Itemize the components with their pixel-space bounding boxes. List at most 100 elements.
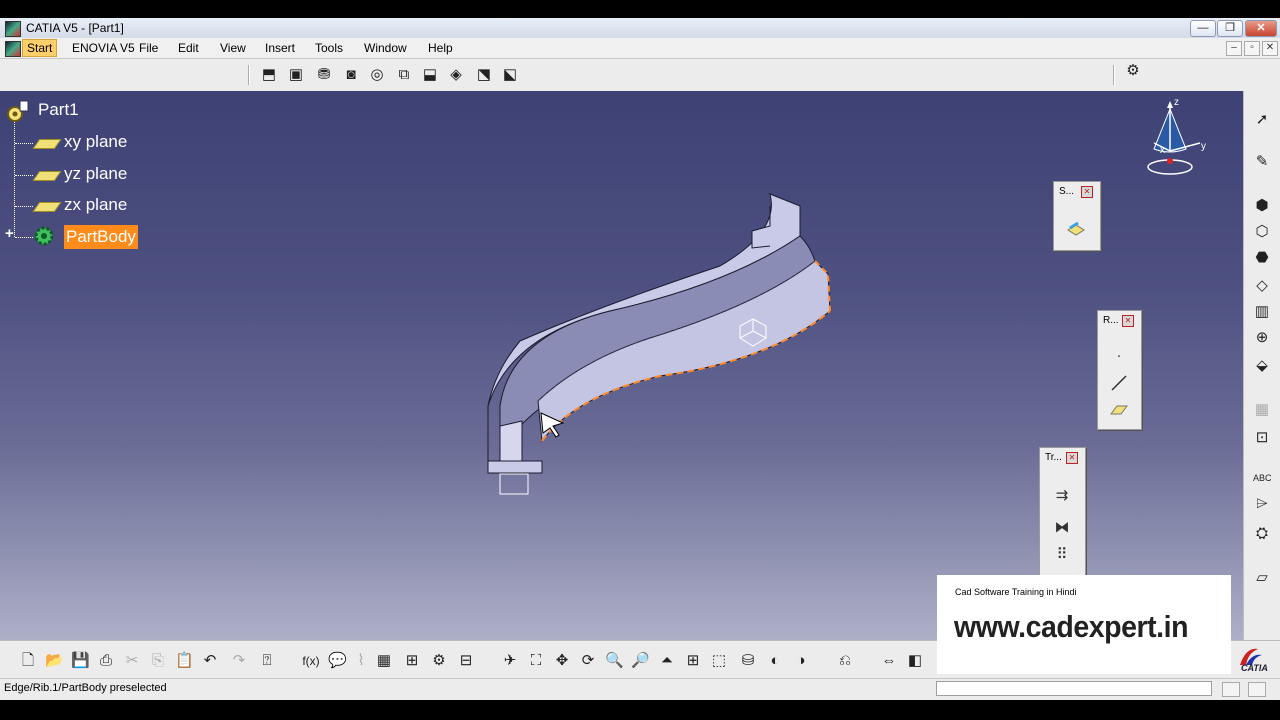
sketch-icon[interactable] [1066, 220, 1086, 242]
tree-item-zx-plane[interactable]: zx plane [64, 195, 127, 215]
new-file-icon[interactable]: 🗋 [19, 652, 37, 670]
menu-window[interactable]: Window [364, 41, 407, 55]
window-minimize-button[interactable]: — [1190, 20, 1216, 37]
menu-view[interactable]: View [220, 41, 246, 55]
window-restore-button[interactable]: ❐ [1217, 20, 1243, 37]
part-gear-icon[interactable] [4, 99, 30, 125]
doc-close-button[interactable]: ✕ [1262, 41, 1278, 56]
paste-icon[interactable]: 📋 [175, 652, 194, 670]
analysis-icon[interactable]: ⊟ [457, 652, 475, 670]
toolbar-grip-2[interactable] [1113, 65, 1117, 85]
rib-part-model[interactable] [470, 186, 850, 496]
status-button-2[interactable] [1248, 682, 1266, 697]
zoom-out-icon[interactable]: 🔎 [631, 652, 650, 670]
apply-material-icon[interactable]: ⛭ [1253, 525, 1271, 543]
swap-visible-icon[interactable]: ◑ [792, 652, 810, 670]
catalog-icon[interactable]: ⊞ [403, 652, 421, 670]
window-close-button[interactable]: ✕ [1245, 20, 1277, 37]
measure-icon[interactable]: ⊡ [1253, 429, 1271, 447]
fillet-icon[interactable]: ⬡ [1253, 223, 1271, 241]
hole-icon[interactable]: ◎ [368, 66, 386, 84]
yz-plane-icon[interactable] [32, 171, 62, 181]
fit-all-icon[interactable]: ⛶ [527, 652, 545, 670]
table-icon[interactable]: ▦ [375, 652, 393, 670]
doc-minimize-button[interactable]: – [1226, 41, 1242, 56]
tree-root-part1[interactable]: Part1 [38, 100, 79, 120]
menu-insert[interactable]: Insert [265, 41, 295, 55]
tree-item-xy-plane[interactable]: xy plane [64, 132, 127, 152]
open-file-icon[interactable]: 📂 [45, 652, 64, 670]
measure-item-icon[interactable]: ◧ [906, 652, 924, 670]
knowledge-icon[interactable]: 💬 [328, 652, 347, 670]
pattern-icon[interactable]: ⠿ [1052, 545, 1072, 563]
shaft-icon[interactable]: ⛃ [315, 66, 333, 84]
iso-view-icon[interactable]: ⬚ [710, 652, 728, 670]
whats-this-icon[interactable]: ⍰ [258, 652, 276, 670]
pad-icon[interactable]: ⬒ [260, 66, 278, 84]
line-icon[interactable] [1109, 373, 1129, 397]
update-icon[interactable]: ⎌ [836, 652, 854, 670]
point-icon[interactable]: · [1109, 347, 1129, 364]
split-icon[interactable]: ⬙ [1253, 357, 1271, 375]
tree-item-partbody[interactable]: PartBody [64, 225, 138, 249]
copy-icon[interactable]: ⎘ [149, 652, 167, 670]
floating-toolbar-sketch-close-button[interactable]: ✕ [1081, 186, 1093, 198]
shell-icon[interactable]: ▥ [1253, 303, 1271, 321]
instantiate-icon[interactable]: ⚙ [430, 652, 448, 670]
floating-toolbar-transformation-close-button[interactable]: ✕ [1066, 452, 1078, 464]
zx-plane-icon[interactable] [32, 202, 62, 212]
floating-toolbar-reference[interactable]: R... ✕ · [1097, 310, 1142, 430]
toolbar-grip[interactable] [248, 65, 252, 85]
stiffener-icon[interactable]: ◈ [447, 66, 465, 84]
normal-view-icon[interactable]: ⏶ [658, 652, 676, 670]
hide-show-icon[interactable]: ◐ [766, 652, 784, 670]
menu-help[interactable]: Help [428, 41, 453, 55]
rib-icon[interactable]: ⧉ [395, 66, 413, 84]
measure-between-icon[interactable]: ⇔ [880, 652, 898, 670]
chamfer-icon[interactable]: ⬣ [1253, 249, 1271, 267]
menu-enovia[interactable]: ENOVIA V5 [72, 41, 135, 55]
expand-partbody-icon[interactable]: + [5, 225, 14, 242]
translation-icon[interactable]: ⇉ [1052, 486, 1072, 504]
select-arrow-icon[interactable]: ➚ [1253, 111, 1271, 129]
formula-icon[interactable]: f(x) [302, 652, 320, 670]
doc-restore-button[interactable]: ▫ [1244, 41, 1260, 56]
xy-plane-icon[interactable] [32, 139, 62, 149]
tree-item-yz-plane[interactable]: yz plane [64, 164, 127, 184]
menu-file[interactable]: File [139, 41, 158, 55]
3d-viewport[interactable]: Part1 xy plane yz plane zx plane + PartB… [0, 91, 1243, 640]
menu-tools[interactable]: Tools [315, 41, 343, 55]
undo-icon[interactable]: ↶ [201, 652, 219, 670]
floating-toolbar-sketch[interactable]: S... ✕ [1053, 181, 1101, 251]
catia-app-icon[interactable] [5, 21, 21, 37]
plane-icon[interactable] [1109, 403, 1129, 420]
fly-mode-icon[interactable]: ✈ [501, 652, 519, 670]
menu-start[interactable]: Start [22, 39, 58, 57]
text-annotation-icon[interactable]: ABC [1253, 469, 1272, 487]
compass-widget[interactable]: z y x [1142, 97, 1212, 177]
law-icon[interactable]: ⌇ [352, 652, 370, 670]
remove-loft-icon[interactable]: ⬕ [501, 66, 519, 84]
sketcher-icon[interactable]: ✎ [1253, 153, 1271, 171]
menu-edit[interactable]: Edit [178, 41, 199, 55]
shading-icon[interactable]: ⛁ [739, 652, 757, 670]
document-icon[interactable] [5, 41, 21, 57]
multi-view-icon[interactable]: ⊞ [684, 652, 702, 670]
gear-icon[interactable]: ⚙ [1124, 62, 1142, 80]
save-icon[interactable]: 💾 [71, 652, 90, 670]
rotate-icon[interactable]: ⟳ [579, 652, 597, 670]
slot-icon[interactable]: ⬓ [421, 66, 439, 84]
loft-icon[interactable]: ⬔ [475, 66, 493, 84]
dress-up-icon[interactable]: ⬢ [1253, 197, 1271, 215]
floating-toolbar-transformation[interactable]: Tr... ✕ ⇉ ⧓ ⠿ [1039, 447, 1086, 577]
command-input[interactable] [936, 681, 1212, 696]
flag-note-icon[interactable]: ⌲ [1253, 495, 1271, 513]
boolean-icon[interactable]: ▦ [1253, 401, 1271, 419]
groove-icon[interactable]: ◙ [342, 66, 360, 84]
plane-tool-icon[interactable]: ▱ [1253, 569, 1271, 587]
status-button-1[interactable] [1222, 682, 1240, 697]
mirror-icon[interactable]: ⧓ [1052, 518, 1072, 536]
print-icon[interactable]: ⎙ [97, 652, 115, 670]
draft-icon[interactable]: ◇ [1253, 277, 1271, 295]
floating-toolbar-reference-close-button[interactable]: ✕ [1122, 315, 1134, 327]
